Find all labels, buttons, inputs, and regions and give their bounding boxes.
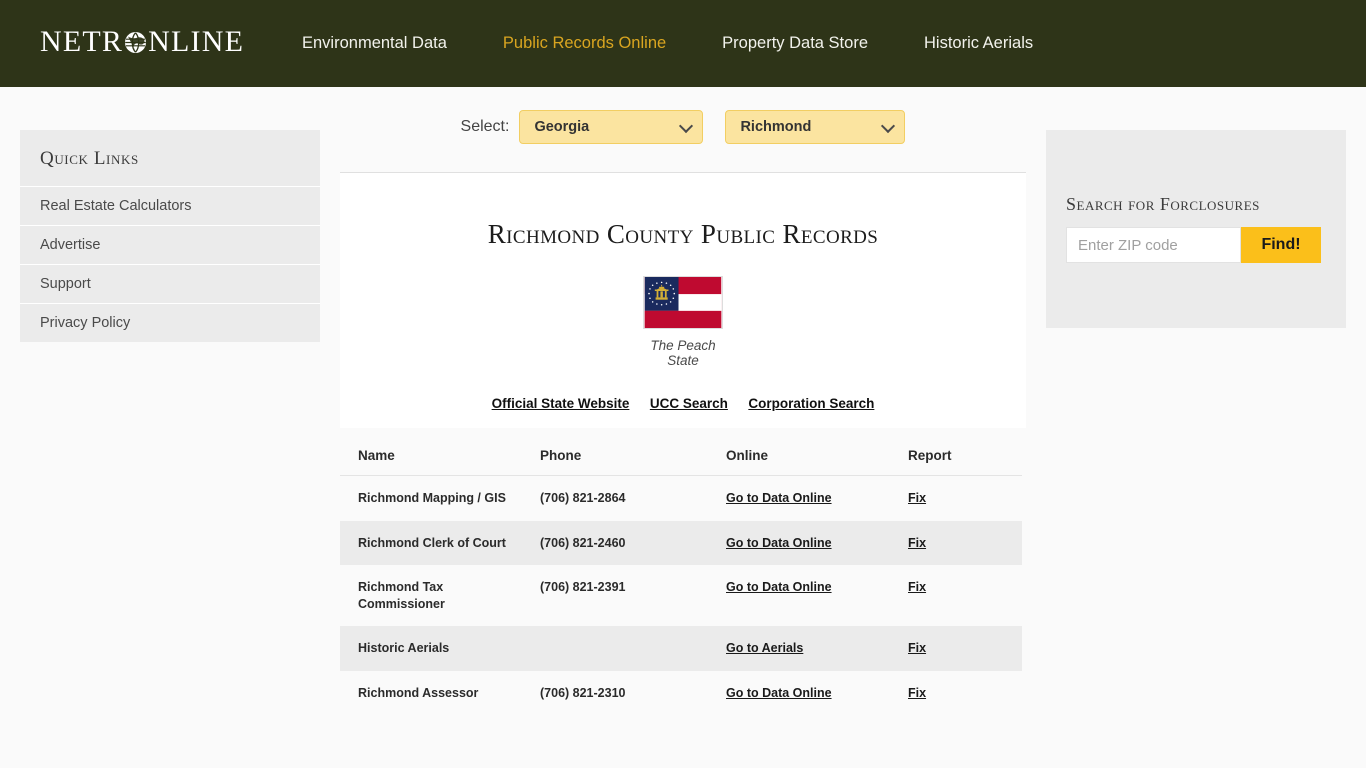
column-header-online: Online (708, 436, 890, 476)
cell-report: Fix (890, 670, 1022, 715)
quick-links-title: Quick Links (40, 148, 139, 169)
table-head: Name Phone Online Report (340, 436, 1022, 476)
cell-report: Fix (890, 475, 1022, 521)
netronline-logo[interactable]: NETR NLINE (40, 22, 243, 62)
sidebar-item-support[interactable]: Support (20, 264, 320, 303)
cell-name: Richmond Assessor (340, 670, 522, 715)
georgia-state-flag-icon (643, 276, 723, 330)
nav-item-public-records-online[interactable]: Public Records Online (503, 34, 666, 53)
logo-text-part-a: NETR (40, 25, 124, 58)
state-select-value: Georgia (534, 119, 590, 135)
cell-name: Richmond Clerk of Court (340, 520, 522, 565)
column-header-phone: Phone (522, 436, 708, 476)
link-official-state-website[interactable]: Official State Website (492, 396, 630, 411)
table-row: Historic Aerials Go to Aerials Fix (340, 626, 1022, 671)
sidebar-item-privacy-policy[interactable]: Privacy Policy (20, 303, 320, 342)
link-go-to-data-online[interactable]: Go to Data Online (726, 536, 832, 550)
link-go-to-data-online[interactable]: Go to Data Online (726, 686, 832, 700)
link-go-to-data-online[interactable]: Go to Data Online (726, 580, 832, 594)
column-header-report: Report (890, 436, 1022, 476)
cell-phone: (706) 821-2310 (522, 670, 708, 715)
link-corporation-search[interactable]: Corporation Search (748, 396, 874, 411)
cell-phone: (706) 821-2864 (522, 475, 708, 521)
state-flag-block: The Peach State (643, 276, 723, 368)
cell-report: Fix (890, 626, 1022, 671)
table-body: Richmond Mapping / GIS (706) 821-2864 Go… (340, 475, 1022, 715)
main-content-panel: Richmond County Public Records The Peach… (340, 172, 1026, 428)
cell-name: Historic Aerials (340, 626, 522, 671)
page-title: Richmond County Public Records (487, 219, 879, 250)
cell-report: Fix (890, 520, 1022, 565)
main-navigation: Environmental Data Public Records Online… (302, 0, 1033, 87)
nav-item-historic-aerials[interactable]: Historic Aerials (924, 34, 1033, 53)
link-fix-report[interactable]: Fix (908, 580, 926, 594)
state-resource-links: Official State Website UCC Search Corpor… (340, 395, 1026, 413)
link-fix-report[interactable]: Fix (908, 536, 926, 550)
public-records-table: Name Phone Online Report Richmond Mappin… (340, 436, 1022, 715)
sidebar-item-advertise[interactable]: Advertise (20, 225, 320, 264)
foreclosure-search-row: Find! (1066, 227, 1346, 263)
sidebar-item-real-estate-calculators[interactable]: Real Estate Calculators (20, 186, 320, 225)
link-ucc-search[interactable]: UCC Search (650, 396, 728, 411)
link-fix-report[interactable]: Fix (908, 491, 926, 505)
cell-phone: (706) 821-2460 (522, 520, 708, 565)
cell-online: Go to Data Online (708, 565, 890, 626)
nav-item-property-data-store[interactable]: Property Data Store (722, 34, 868, 53)
state-county-selector: Select: Georgia Richmond (340, 110, 1026, 144)
cell-phone: (706) 821-2391 (522, 565, 708, 626)
link-go-to-aerials[interactable]: Go to Aerials (726, 641, 803, 655)
state-select[interactable]: Georgia (519, 110, 704, 144)
cell-online: Go to Data Online (708, 475, 890, 521)
table-row: Richmond Assessor (706) 821-2310 Go to D… (340, 670, 1022, 715)
zip-code-input[interactable] (1066, 227, 1241, 263)
logo-text: NETR NLINE (40, 27, 244, 57)
column-header-name: Name (340, 436, 522, 476)
table-row: Richmond Tax Commissioner (706) 821-2391… (340, 565, 1022, 626)
quick-links-panel: Quick Links Real Estate Calculators Adve… (20, 130, 320, 342)
globe-icon (124, 31, 147, 54)
cell-online: Go to Aerials (708, 626, 890, 671)
find-button[interactable]: Find! (1241, 227, 1321, 263)
link-fix-report[interactable]: Fix (908, 686, 926, 700)
cell-name: Richmond Mapping / GIS (340, 475, 522, 521)
foreclosure-search-title: Search for Forclosures (1066, 194, 1260, 214)
flag-caption: The Peach State (650, 338, 716, 369)
chevron-down-icon (679, 118, 694, 134)
link-go-to-data-online[interactable]: Go to Data Online (726, 491, 832, 505)
foreclosure-search-panel: Search for Forclosures Find! (1046, 130, 1346, 328)
county-select-value: Richmond (740, 119, 812, 135)
cell-phone (522, 626, 708, 671)
table-row: Richmond Clerk of Court (706) 821-2460 G… (340, 520, 1022, 565)
select-label: Select: (460, 118, 510, 135)
cell-name: Richmond Tax Commissioner (340, 565, 522, 626)
county-select[interactable]: Richmond (725, 110, 906, 144)
cell-online: Go to Data Online (708, 670, 890, 715)
cell-online: Go to Data Online (708, 520, 890, 565)
table-row: Richmond Mapping / GIS (706) 821-2864 Go… (340, 475, 1022, 521)
logo-text-part-b: NLINE (148, 25, 245, 58)
site-header: NETR NLINE Environmental Data Public Reco… (0, 0, 1366, 87)
table-header-row: Name Phone Online Report (340, 436, 1022, 476)
nav-item-environmental-data[interactable]: Environmental Data (302, 34, 447, 53)
link-fix-report[interactable]: Fix (908, 641, 926, 655)
cell-report: Fix (890, 565, 1022, 626)
chevron-down-icon (881, 118, 896, 134)
